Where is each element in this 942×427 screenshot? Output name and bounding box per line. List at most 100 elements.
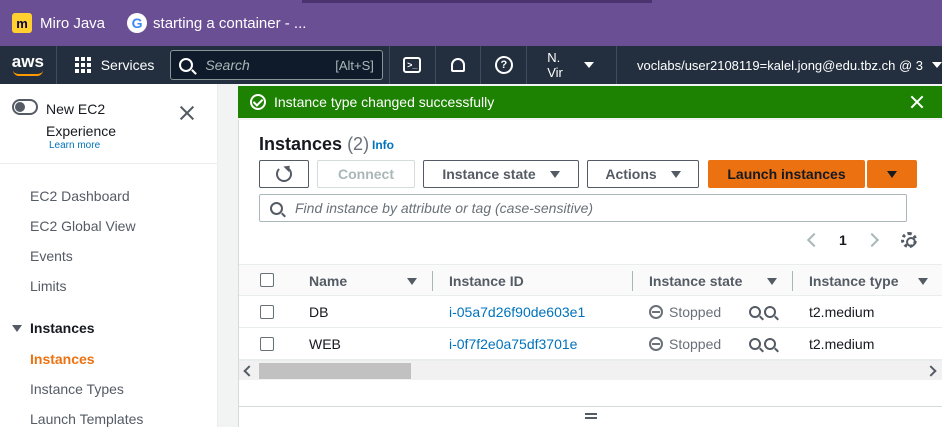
instance-state-cell: Stopped (649, 296, 779, 328)
region-label: N. Vir (547, 50, 563, 80)
caret-down-icon (670, 170, 681, 178)
launch-dropdown-button[interactable] (867, 160, 917, 188)
search-icon (270, 201, 283, 215)
chevron-down-icon (584, 62, 595, 68)
caret-down-icon (12, 324, 22, 332)
account-label: voclabs/user2108119=kalel.jong@edu.tbz.c… (637, 57, 923, 73)
instance-name: DB (309, 304, 329, 320)
bookmark-label: starting a container - ... (153, 14, 307, 32)
chevron-left-icon[interactable] (243, 365, 255, 377)
new-experience-toggle[interactable] (12, 99, 38, 115)
table-row[interactable]: DB i-05a7d26f90de603e1 Stopped t2.medium (239, 296, 942, 328)
chevron-down-icon (932, 62, 942, 68)
column-divider[interactable] (432, 271, 433, 291)
bookmark-miro-java[interactable]: m Miro Java (12, 13, 105, 33)
bookmark-starting-container[interactable]: G starting a container - ... (127, 13, 306, 33)
column-label: Instance type (809, 273, 899, 289)
chevron-left-icon[interactable] (806, 232, 822, 248)
refresh-icon (276, 166, 292, 182)
instances-panel: Instances (2) Info Connect Instance stat… (238, 120, 942, 427)
column-divider[interactable] (632, 271, 633, 291)
instance-id-link[interactable]: i-0f7f2e0a75df3701e (449, 328, 577, 360)
instance-state-label: Instance state (442, 166, 536, 182)
launch-label: Launch instances (727, 166, 846, 182)
account-menu[interactable]: voclabs/user2108119=kalel.jong@edu.tbz.c… (616, 46, 942, 84)
pagination: 1 (806, 230, 879, 250)
instance-state-button[interactable]: Instance state (423, 160, 579, 188)
sidebar-item-events[interactable]: Events (30, 248, 73, 264)
launch-instances-button[interactable]: Launch instances (708, 160, 865, 188)
instance-id-link[interactable]: i-05a7d26f90de603e1 (449, 296, 585, 328)
region-selector[interactable]: N. Vir (526, 46, 616, 84)
instance-state: Stopped (669, 336, 722, 352)
select-all-checkbox[interactable] (260, 273, 274, 287)
sidebar-header: New EC2 Experience Learn more (0, 84, 218, 164)
bookmarks-bar: m Miro Java G starting a container - ... (0, 0, 942, 46)
column-label: Instance state (649, 273, 743, 289)
instance-count: (2) (347, 134, 370, 154)
actions-label: Actions (605, 166, 657, 182)
search-input[interactable]: Search [Alt+S] (170, 50, 383, 80)
bookmark-label: Miro Java (40, 14, 106, 32)
sidebar-item-limits[interactable]: Limits (30, 278, 67, 294)
aws-top-nav: aws Services Search [Alt+S] >_ ? N. Vir … (0, 46, 942, 84)
column-header-name[interactable]: Name (309, 265, 347, 297)
column-label: Instance ID (449, 273, 524, 289)
main-content: Instance type changed successfully Insta… (218, 84, 942, 427)
column-header-instance-state[interactable]: Instance state (649, 265, 742, 297)
column-header-instance-id[interactable]: Instance ID (449, 265, 524, 297)
ec2-sidebar: New EC2 Experience Learn more EC2 Dashbo… (0, 84, 218, 427)
column-divider[interactable] (792, 271, 793, 291)
page-number[interactable]: 1 (839, 232, 847, 248)
flash-message: Instance type changed successfully (274, 94, 495, 110)
sort-icon[interactable] (918, 278, 928, 285)
connect-button[interactable]: Connect (317, 160, 415, 188)
grid-icon (74, 57, 91, 73)
sidebar-section-instances[interactable]: Instances (12, 320, 95, 336)
sort-icon[interactable] (407, 278, 417, 285)
details-splitter[interactable] (239, 406, 942, 427)
google-logo-icon: G (127, 13, 148, 33)
instance-filter-input[interactable]: Find instance by attribute or tag (case-… (259, 194, 907, 222)
services-menu[interactable]: Services (57, 57, 165, 73)
stopped-icon (649, 305, 663, 319)
check-circle-icon (250, 94, 266, 110)
sort-icon[interactable] (767, 278, 777, 285)
info-link[interactable]: Info (372, 138, 394, 152)
refresh-button[interactable] (259, 160, 309, 188)
sidebar-item-instance-types[interactable]: Instance Types (30, 381, 124, 397)
row-checkbox[interactable] (260, 305, 274, 319)
sidebar-item-instances[interactable]: Instances (30, 351, 95, 367)
page-title: Instances (2) (259, 134, 369, 155)
sidebar-item-ec2-global-view[interactable]: EC2 Global View (30, 218, 136, 234)
zoom-out-icon[interactable] (764, 306, 777, 318)
terminal-icon: >_ (403, 57, 422, 73)
chevron-right-icon[interactable] (925, 365, 937, 377)
zoom-in-icon[interactable] (749, 338, 762, 350)
zoom-in-icon[interactable] (749, 306, 762, 318)
column-header-instance-type[interactable]: Instance type (809, 265, 898, 297)
sidebar-item-launch-templates[interactable]: Launch Templates (30, 411, 143, 427)
scrollbar-thumb[interactable] (259, 363, 411, 379)
sidebar-title: New EC2 Experience (46, 101, 117, 139)
notifications-button[interactable] (434, 46, 481, 84)
close-icon[interactable] (178, 104, 196, 122)
close-icon[interactable] (910, 95, 924, 109)
row-checkbox[interactable] (260, 337, 274, 351)
bell-icon (451, 58, 466, 72)
actions-button[interactable]: Actions (587, 160, 699, 188)
gear-icon[interactable] (901, 232, 917, 248)
learn-more-link[interactable]: Learn more (49, 140, 100, 151)
zoom-out-icon[interactable] (764, 338, 777, 350)
table-header: Name Instance ID Instance state Instance… (239, 264, 942, 296)
horizontal-scrollbar[interactable] (239, 360, 942, 380)
aws-logo[interactable]: aws (0, 46, 57, 84)
table-row[interactable]: WEB i-0f7f2e0a75df3701e Stopped t2.mediu… (239, 328, 942, 360)
sidebar-item-ec2-dashboard[interactable]: EC2 Dashboard (30, 188, 130, 204)
cloudshell-button[interactable]: >_ (388, 46, 435, 84)
success-flash-bar: Instance type changed successfully (238, 86, 942, 118)
drag-handle-icon[interactable] (585, 413, 597, 419)
help-button[interactable]: ? (480, 46, 526, 84)
chevron-right-icon[interactable] (864, 232, 879, 248)
search-shortcut: [Alt+S] (335, 57, 374, 73)
